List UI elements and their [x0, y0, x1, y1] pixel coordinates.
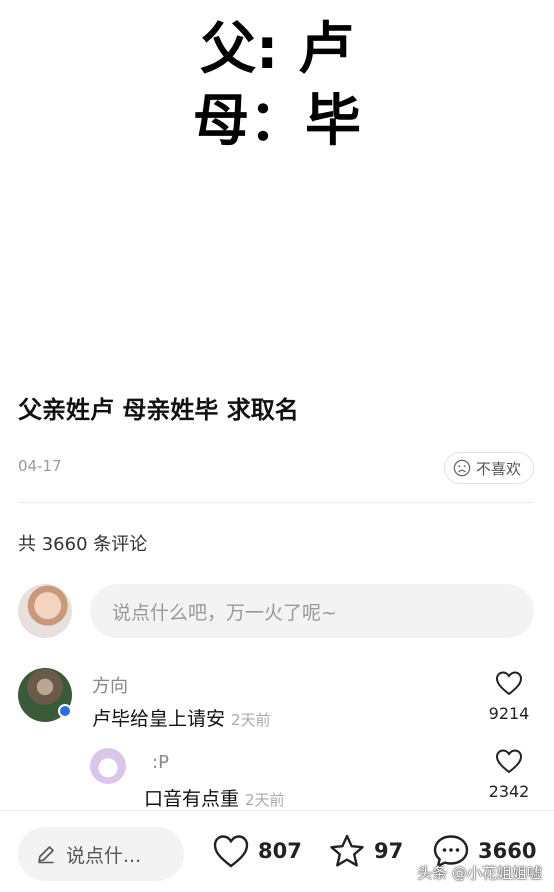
post-image[interactable]: 父: 卢 母：毕 [0, 0, 554, 375]
comment-body: 口音有点重 [144, 788, 240, 810]
avatar[interactable] [90, 748, 126, 784]
comment-body: 卢毕给皇上请安 [92, 708, 226, 730]
like-button[interactable]: 807 [212, 833, 302, 869]
current-user-avatar[interactable] [18, 584, 72, 638]
comment-like-button[interactable]: 2342 [484, 748, 534, 801]
divider [18, 502, 534, 503]
comments-count: 共 3660 条评论 [18, 534, 148, 555]
like-count: 807 [258, 839, 302, 863]
post-image-text-father: 父: 卢 [200, 17, 354, 82]
comment-count: 3660 [478, 839, 537, 863]
dislike-button[interactable]: 不喜欢 [443, 452, 534, 484]
comment-author[interactable]: :P [152, 752, 169, 773]
write-comment-label: 说点什... [66, 844, 142, 867]
frown-face-icon [453, 459, 471, 477]
post-title: 父亲姓卢 母亲姓毕 求取名 [18, 396, 299, 424]
heart-icon [213, 835, 249, 868]
comment-text[interactable]: 卢毕给皇上请安 2天前 [92, 704, 271, 731]
comment-text[interactable]: 口音有点重 2天前 [144, 784, 285, 811]
favorite-count: 97 [374, 839, 404, 863]
reply-item: :P 口音有点重 2天前 2342 [90, 744, 534, 810]
comment-like-button[interactable]: 9214 [484, 670, 534, 723]
favorite-button[interactable]: 97 [328, 833, 403, 869]
comment-author[interactable]: 方向 [92, 672, 128, 698]
comment-input[interactable]: 说点什么吧，万一火了呢~ [90, 584, 534, 638]
comment-item: 方向 卢毕给皇上请安 2天前 9214 [18, 666, 534, 736]
heart-icon [495, 671, 523, 696]
dislike-label: 不喜欢 [475, 459, 521, 478]
comment-time: 2天前 [231, 711, 271, 729]
write-comment-button[interactable]: 说点什... [18, 827, 184, 881]
post-image-text-mother: 母：毕 [193, 89, 361, 154]
comment-like-count: 9214 [488, 704, 530, 723]
post-date: 04-17 [18, 457, 62, 475]
comment-composer: 说点什么吧，万一火了呢~ [18, 582, 534, 638]
verified-badge-icon [58, 704, 72, 718]
star-icon [330, 834, 364, 867]
post-meta: 04-17 不喜欢 [18, 452, 534, 484]
comment-time: 2天前 [245, 791, 285, 809]
heart-icon [495, 749, 523, 774]
pencil-icon [38, 846, 54, 864]
comment-like-count: 2342 [488, 782, 530, 801]
watermark: 头条 @小花姐姐嘘 [417, 864, 542, 882]
